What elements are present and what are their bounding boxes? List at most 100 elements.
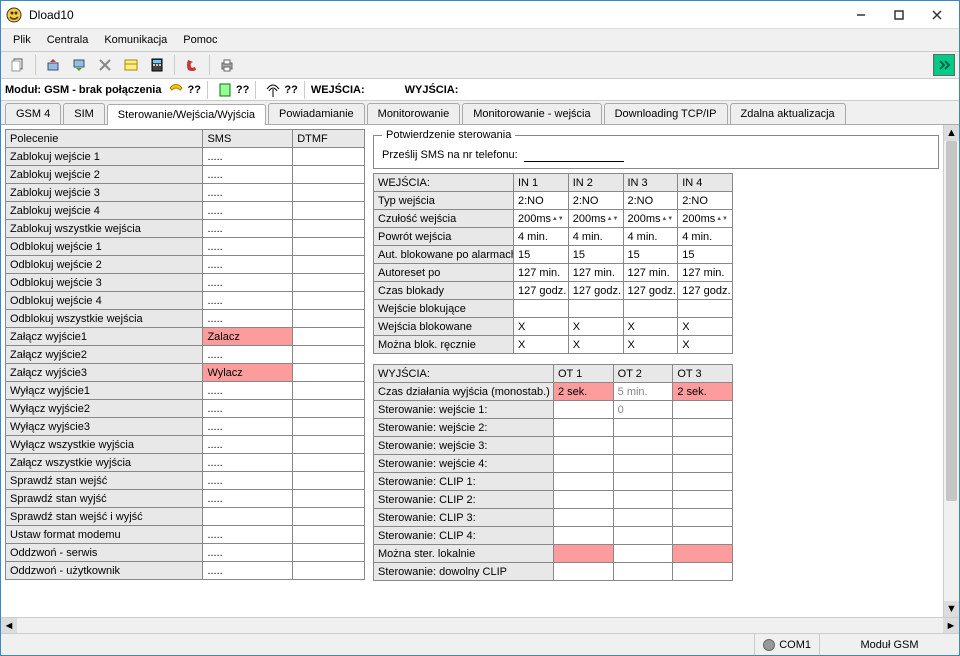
- value-cell[interactable]: [673, 491, 733, 509]
- value-cell[interactable]: [673, 419, 733, 437]
- sms-cell[interactable]: .....: [203, 526, 293, 544]
- value-cell[interactable]: [568, 300, 623, 318]
- value-cell[interactable]: [673, 437, 733, 455]
- value-cell[interactable]: 200ms▲▼: [678, 210, 733, 228]
- dtmf-cell[interactable]: [293, 544, 365, 562]
- value-cell[interactable]: 127 godz.: [678, 282, 733, 300]
- sms-cell[interactable]: Zalacz: [203, 328, 293, 346]
- dtmf-cell[interactable]: [293, 526, 365, 544]
- col-sms[interactable]: SMS: [203, 130, 293, 148]
- value-cell[interactable]: 200ms▲▼: [514, 210, 569, 228]
- dtmf-cell[interactable]: [293, 292, 365, 310]
- scroll-down-icon[interactable]: ▼: [944, 601, 959, 617]
- tab-sim[interactable]: SIM: [63, 103, 105, 124]
- col-dtmf[interactable]: DTMF: [293, 130, 365, 148]
- value-cell[interactable]: [673, 473, 733, 491]
- sms-cell[interactable]: .....: [203, 238, 293, 256]
- value-cell[interactable]: [673, 545, 733, 563]
- sms-cell[interactable]: .....: [203, 490, 293, 508]
- value-cell[interactable]: [613, 545, 673, 563]
- dtmf-cell[interactable]: [293, 418, 365, 436]
- toolbar-cancel-button[interactable]: [94, 54, 116, 76]
- value-cell[interactable]: [554, 401, 614, 419]
- col-in3[interactable]: IN 3: [623, 174, 678, 192]
- dtmf-cell[interactable]: [293, 382, 365, 400]
- value-cell[interactable]: 127 godz.: [623, 282, 678, 300]
- value-cell[interactable]: [514, 300, 569, 318]
- confirm-sms-input[interactable]: [524, 147, 624, 162]
- value-cell[interactable]: [554, 491, 614, 509]
- dtmf-cell[interactable]: [293, 364, 365, 382]
- value-cell[interactable]: [554, 563, 614, 581]
- dtmf-cell[interactable]: [293, 220, 365, 238]
- scroll-up-icon[interactable]: ▲: [944, 125, 959, 141]
- dtmf-cell[interactable]: [293, 256, 365, 274]
- value-cell[interactable]: 4 min.: [514, 228, 569, 246]
- sms-cell[interactable]: .....: [203, 184, 293, 202]
- sms-cell[interactable]: [203, 508, 293, 526]
- maximize-button[interactable]: [881, 3, 917, 27]
- value-cell[interactable]: 127 min.: [678, 264, 733, 282]
- sms-cell[interactable]: .....: [203, 166, 293, 184]
- value-cell[interactable]: [673, 401, 733, 419]
- value-cell[interactable]: [554, 509, 614, 527]
- col-in4[interactable]: IN 4: [678, 174, 733, 192]
- toolbar-read-button[interactable]: [42, 54, 64, 76]
- toolbar-event-button[interactable]: [120, 54, 142, 76]
- value-cell[interactable]: 2:NO: [514, 192, 569, 210]
- dtmf-cell[interactable]: [293, 148, 365, 166]
- value-cell[interactable]: 15: [514, 246, 569, 264]
- value-cell[interactable]: [673, 509, 733, 527]
- value-cell[interactable]: [613, 491, 673, 509]
- dtmf-cell[interactable]: [293, 202, 365, 220]
- value-cell[interactable]: 127 min.: [623, 264, 678, 282]
- sms-cell[interactable]: .....: [203, 418, 293, 436]
- value-cell[interactable]: X: [623, 336, 678, 354]
- value-cell[interactable]: [554, 455, 614, 473]
- value-cell[interactable]: X: [678, 336, 733, 354]
- dtmf-cell[interactable]: [293, 310, 365, 328]
- tab-sterowanie-wej-cia-wyj-cia[interactable]: Sterowanie/Wejścia/Wyjścia: [107, 104, 266, 125]
- sms-cell[interactable]: .....: [203, 400, 293, 418]
- dtmf-cell[interactable]: [293, 238, 365, 256]
- value-cell[interactable]: 127 min.: [568, 264, 623, 282]
- scroll-thumb[interactable]: [946, 141, 957, 501]
- value-cell[interactable]: [613, 473, 673, 491]
- dtmf-cell[interactable]: [293, 454, 365, 472]
- value-cell[interactable]: [554, 473, 614, 491]
- value-cell[interactable]: [673, 455, 733, 473]
- sms-cell[interactable]: .....: [203, 382, 293, 400]
- sms-cell[interactable]: .....: [203, 454, 293, 472]
- dtmf-cell[interactable]: [293, 562, 365, 580]
- sms-cell[interactable]: .....: [203, 148, 293, 166]
- col-ot2[interactable]: OT 2: [613, 365, 673, 383]
- value-cell[interactable]: [613, 563, 673, 581]
- vertical-scrollbar[interactable]: ▲ ▼: [943, 125, 959, 617]
- tab-powiadamianie[interactable]: Powiadamianie: [268, 103, 365, 124]
- dtmf-cell[interactable]: [293, 328, 365, 346]
- sms-cell[interactable]: .....: [203, 274, 293, 292]
- col-ot1[interactable]: OT 1: [554, 365, 614, 383]
- value-cell[interactable]: [673, 563, 733, 581]
- value-cell[interactable]: 15: [568, 246, 623, 264]
- value-cell[interactable]: [554, 527, 614, 545]
- value-cell[interactable]: [613, 455, 673, 473]
- value-cell[interactable]: [554, 419, 614, 437]
- minimize-button[interactable]: [843, 3, 879, 27]
- value-cell[interactable]: 127 min.: [514, 264, 569, 282]
- value-cell[interactable]: 200ms▲▼: [623, 210, 678, 228]
- value-cell[interactable]: [613, 527, 673, 545]
- value-cell[interactable]: [613, 509, 673, 527]
- toolbar-calc-button[interactable]: [146, 54, 168, 76]
- value-cell[interactable]: 200ms▲▼: [568, 210, 623, 228]
- col-ot3[interactable]: OT 3: [673, 365, 733, 383]
- value-cell[interactable]: X: [514, 336, 569, 354]
- value-cell[interactable]: X: [678, 318, 733, 336]
- col-polecenie[interactable]: Polecenie: [6, 130, 203, 148]
- tab-downloading-tcp-ip[interactable]: Downloading TCP/IP: [604, 103, 728, 124]
- toolbar-connect-button[interactable]: [933, 54, 955, 76]
- value-cell[interactable]: X: [514, 318, 569, 336]
- dtmf-cell[interactable]: [293, 166, 365, 184]
- sms-cell[interactable]: .....: [203, 544, 293, 562]
- horizontal-scrollbar[interactable]: ◄ ►: [1, 617, 959, 633]
